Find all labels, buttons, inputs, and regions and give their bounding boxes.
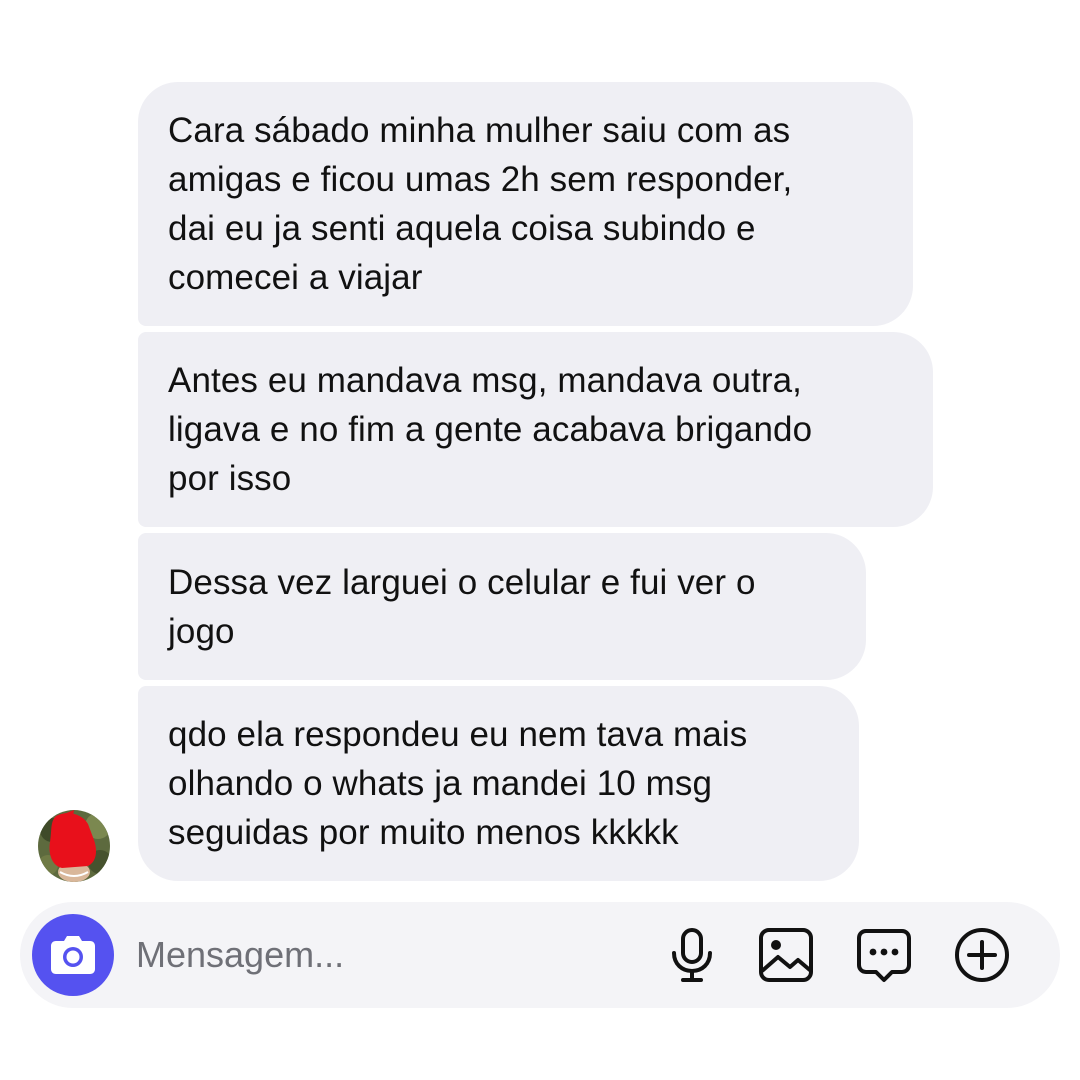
sticker-button[interactable]: [854, 925, 914, 985]
avatar-image: [38, 810, 110, 882]
more-options-button[interactable]: [952, 925, 1012, 985]
message-text: Antes eu mandava msg, mandava outra, lig…: [168, 361, 813, 498]
camera-button[interactable]: [32, 914, 114, 996]
message-input[interactable]: [136, 924, 636, 986]
camera-icon: [51, 936, 95, 974]
message-bubble[interactable]: Antes eu mandava msg, mandava outra, lig…: [138, 332, 933, 527]
sender-avatar[interactable]: [38, 810, 110, 882]
microphone-button[interactable]: [662, 925, 722, 985]
message-bubble[interactable]: Dessa vez larguei o celular e fui ver o …: [138, 533, 866, 680]
message-text: Cara sábado minha mulher saiu com as ami…: [168, 111, 793, 297]
message-text: qdo ela respondeu eu nem tava mais olhan…: [168, 715, 748, 852]
sticker-message-icon: [857, 929, 911, 982]
image-icon: [759, 928, 813, 982]
message-bubble[interactable]: Cara sábado minha mulher saiu com as ami…: [138, 82, 913, 326]
message-bubble[interactable]: qdo ela respondeu eu nem tava mais olhan…: [138, 686, 859, 881]
microphone-icon: [672, 928, 712, 982]
message-text: Dessa vez larguei o celular e fui ver o …: [168, 562, 756, 651]
gallery-button[interactable]: [756, 925, 816, 985]
message-thread[interactable]: Cara sábado minha mulher saiu com as ami…: [0, 0, 1080, 900]
plus-circle-icon: [955, 928, 1009, 982]
chat-screen: Cara sábado minha mulher saiu com as ami…: [0, 0, 1080, 1080]
message-composer: [20, 902, 1060, 1008]
